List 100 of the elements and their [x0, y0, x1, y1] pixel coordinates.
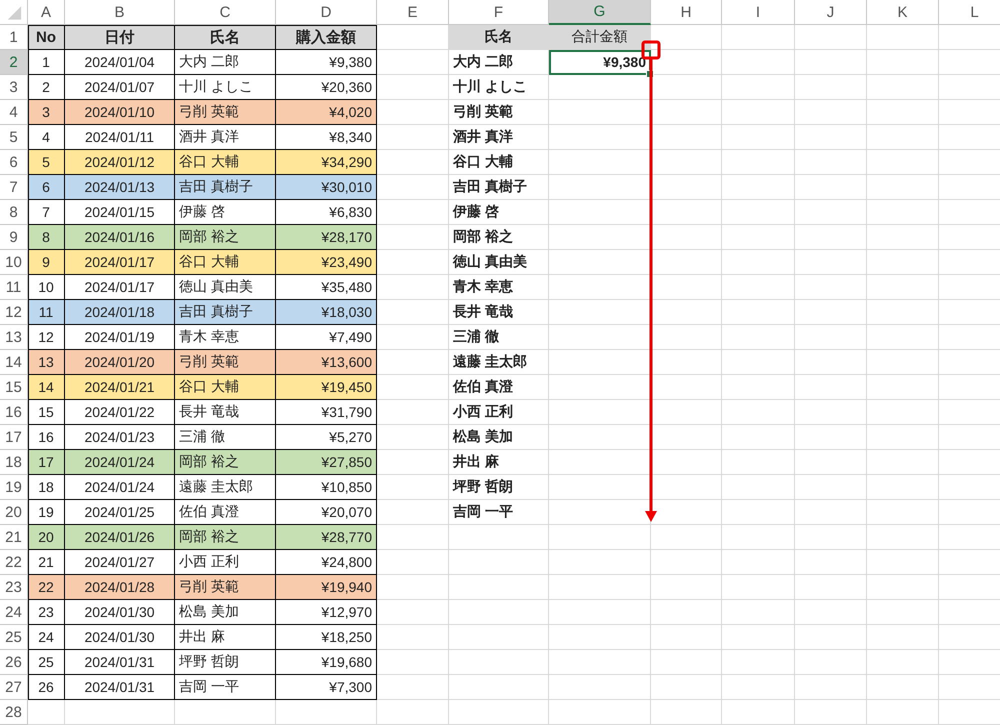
row-header[interactable]: 17	[0, 425, 28, 450]
table-cell: 18	[28, 475, 65, 500]
table-cell: 2024/01/28	[65, 575, 175, 600]
table-cell: 2024/01/31	[65, 650, 175, 675]
column-header[interactable]: A	[28, 0, 65, 25]
table-cell: ¥19,680	[276, 650, 377, 675]
table-cell: 14	[28, 375, 65, 400]
row-header[interactable]: 5	[0, 125, 28, 150]
table-cell: 8	[28, 225, 65, 250]
table-cell: ¥31,790	[276, 400, 377, 425]
row-header[interactable]: 15	[0, 375, 28, 400]
row-header[interactable]: 8	[0, 200, 28, 225]
row-header[interactable]: 3	[0, 75, 28, 100]
row-header[interactable]: 23	[0, 575, 28, 600]
table-cell: 2024/01/30	[65, 600, 175, 625]
row-header[interactable]: 11	[0, 275, 28, 300]
table-cell: 2024/01/22	[65, 400, 175, 425]
table-cell[interactable]: ¥9,380	[549, 50, 651, 75]
row-header[interactable]: 19	[0, 475, 28, 500]
row-header[interactable]: 9	[0, 225, 28, 250]
table-cell: 弓削 英範	[175, 350, 276, 375]
row-header[interactable]: 26	[0, 650, 28, 675]
table-cell: ¥7,300	[276, 675, 377, 700]
row-header[interactable]: 20	[0, 500, 28, 525]
table-cell: 徳山 真由美	[449, 250, 549, 275]
table-cell: 岡部 裕之	[175, 225, 276, 250]
table-cell: 十川 よしこ	[449, 75, 549, 100]
column-header[interactable]: E	[377, 0, 449, 25]
column-header[interactable]: F	[449, 0, 549, 25]
row-header[interactable]: 21	[0, 525, 28, 550]
table-header: 氏名	[449, 25, 549, 50]
table-cell: 井出 麻	[449, 450, 549, 475]
table-cell: 岡部 裕之	[175, 450, 276, 475]
table-cell: 岡部 裕之	[449, 225, 549, 250]
table-cell: 2024/01/12	[65, 150, 175, 175]
table-cell: ¥19,450	[276, 375, 377, 400]
table-cell: 小西 正利	[449, 400, 549, 425]
column-header[interactable]: H	[651, 0, 722, 25]
table-cell: 2024/01/16	[65, 225, 175, 250]
table-cell: 谷口 大輔	[449, 150, 549, 175]
table-header: 日付	[65, 25, 175, 50]
column-header[interactable]: I	[722, 0, 795, 25]
row-header[interactable]: 25	[0, 625, 28, 650]
table-cell: 弓削 英範	[175, 100, 276, 125]
table-cell: 谷口 大輔	[175, 250, 276, 275]
row-header[interactable]: 18	[0, 450, 28, 475]
table-cell: 長井 竜哉	[175, 400, 276, 425]
table-cell: 酒井 真洋	[449, 125, 549, 150]
table-header: 氏名	[175, 25, 276, 50]
table-cell: ¥9,380	[276, 50, 377, 75]
table-cell: 吉岡 一平	[449, 500, 549, 525]
row-header[interactable]: 2	[0, 50, 28, 75]
table-cell: 弓削 英範	[449, 100, 549, 125]
table-cell: 2024/01/24	[65, 475, 175, 500]
row-header[interactable]: 6	[0, 150, 28, 175]
row-header[interactable]: 24	[0, 600, 28, 625]
table-cell: 青木 幸恵	[449, 275, 549, 300]
table-cell: 22	[28, 575, 65, 600]
table-cell: 坪野 哲朗	[175, 650, 276, 675]
table-cell: 2024/01/13	[65, 175, 175, 200]
table-cell: 伊藤 啓	[449, 200, 549, 225]
table-cell: ¥27,850	[276, 450, 377, 475]
row-header[interactable]: 28	[0, 700, 28, 725]
row-header[interactable]: 16	[0, 400, 28, 425]
table-header: No	[28, 25, 65, 50]
row-header[interactable]: 4	[0, 100, 28, 125]
table-cell: 谷口 大輔	[175, 375, 276, 400]
row-header[interactable]: 1	[0, 25, 28, 50]
column-header[interactable]: G	[549, 0, 651, 25]
row-header[interactable]: 13	[0, 325, 28, 350]
table-cell: 23	[28, 600, 65, 625]
table-cell: 2024/01/31	[65, 675, 175, 700]
table-cell: 吉田 真樹子	[449, 175, 549, 200]
column-header[interactable]: K	[867, 0, 939, 25]
row-header[interactable]: 7	[0, 175, 28, 200]
table-cell: 25	[28, 650, 65, 675]
table-cell: 弓削 英範	[175, 575, 276, 600]
table-cell: 谷口 大輔	[175, 150, 276, 175]
table-cell: 17	[28, 450, 65, 475]
table-cell: 5	[28, 150, 65, 175]
row-header[interactable]: 22	[0, 550, 28, 575]
column-header[interactable]: B	[65, 0, 175, 25]
table-cell: ¥34,290	[276, 150, 377, 175]
row-header[interactable]: 27	[0, 675, 28, 700]
table-cell: 吉田 真樹子	[175, 175, 276, 200]
table-cell: 15	[28, 400, 65, 425]
row-header[interactable]: 12	[0, 300, 28, 325]
row-header[interactable]: 10	[0, 250, 28, 275]
table-cell: 20	[28, 525, 65, 550]
column-header[interactable]: J	[795, 0, 867, 25]
table-cell: 2024/01/21	[65, 375, 175, 400]
table-cell: 1	[28, 50, 65, 75]
column-header[interactable]: D	[276, 0, 377, 25]
table-cell: 遠藤 圭太郎	[175, 475, 276, 500]
table-cell: 6	[28, 175, 65, 200]
table-cell: ¥19,940	[276, 575, 377, 600]
table-cell: ¥28,170	[276, 225, 377, 250]
row-header[interactable]: 14	[0, 350, 28, 375]
column-header[interactable]: C	[175, 0, 276, 25]
table-cell: 2024/01/18	[65, 300, 175, 325]
